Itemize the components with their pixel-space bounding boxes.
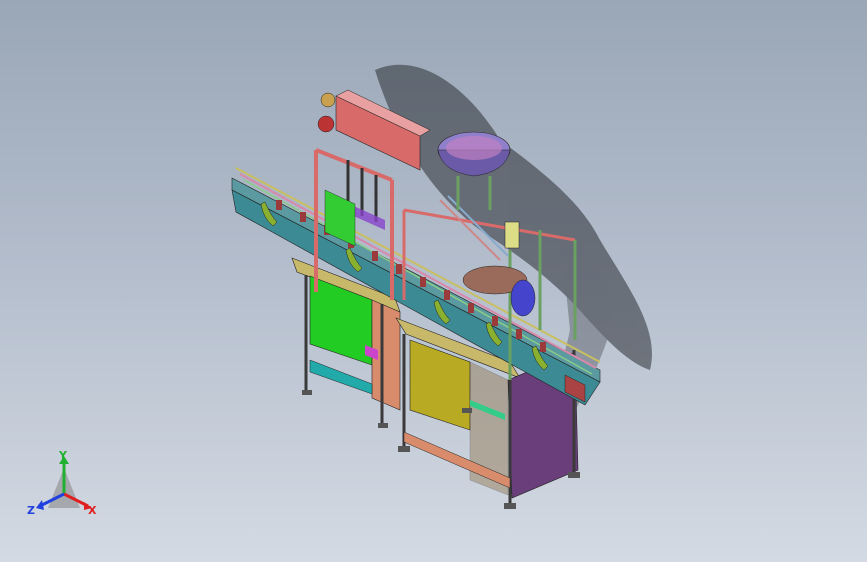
cad-viewport[interactable]: Y X Z xyxy=(0,0,867,562)
x-axis-label: X xyxy=(88,504,97,517)
y-axis-label: Y xyxy=(59,449,67,462)
triad-graphic xyxy=(36,456,92,510)
machine-model[interactable] xyxy=(0,0,867,562)
orientation-triad[interactable]: Y X Z xyxy=(22,448,112,528)
z-axis-label: Z xyxy=(27,504,35,517)
